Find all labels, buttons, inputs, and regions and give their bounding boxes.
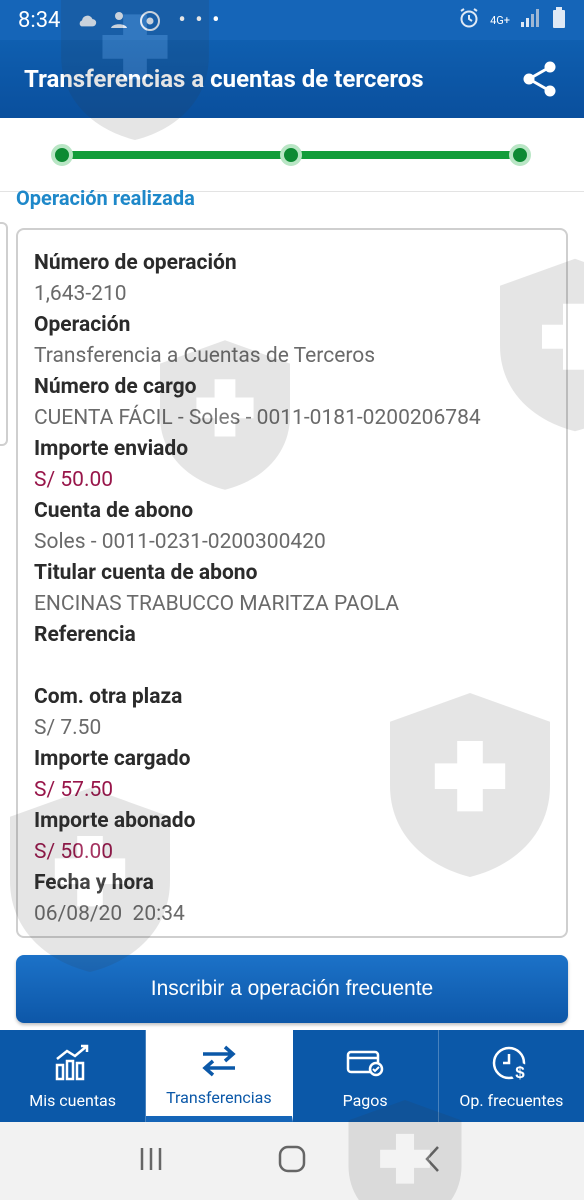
chrome-icon xyxy=(140,11,162,31)
detail-value-amount: S/ 50.00 xyxy=(34,840,114,864)
clock-dollar-icon: $ xyxy=(491,1043,531,1083)
detail-value: S/ 7.50 xyxy=(34,716,102,740)
register-frequent-operation-button[interactable]: Inscribir a operación frecuente xyxy=(16,955,568,1023)
more-icon: • • • xyxy=(178,7,222,33)
detail-value: Transferencia a Cuentas de Terceros xyxy=(34,344,376,368)
bottom-nav: Mis cuentas Transferencias Pagos $ Op. f… xyxy=(0,1030,584,1122)
detail-row: Operación Transferencia a Cuentas de Ter… xyxy=(34,310,550,372)
svg-text:$: $ xyxy=(516,1063,526,1082)
detail-label: Importe enviado xyxy=(34,437,189,461)
detail-row: Cuenta de abono Soles - 0011-0231-020030… xyxy=(34,496,550,558)
cloud-icon xyxy=(76,11,98,29)
detail-label: Número de operación xyxy=(34,251,237,275)
home-icon[interactable] xyxy=(275,1142,309,1180)
tab-transferencias[interactable]: Transferencias xyxy=(146,1030,293,1122)
detail-row: Importe abonado S/ 50.00 xyxy=(34,806,550,868)
tab-op-frecuentes[interactable]: $ Op. frecuentes xyxy=(439,1030,584,1122)
detail-label: Importe cargado xyxy=(34,747,191,771)
detail-value: 1,643-210 xyxy=(34,282,127,306)
lte-icon: 4G+ xyxy=(490,13,510,27)
progress-stepper xyxy=(0,118,584,192)
detail-label: Cuenta de abono xyxy=(34,499,194,523)
app-icon xyxy=(108,11,130,29)
detail-value-amount: S/ 50.00 xyxy=(34,468,114,492)
tab-label: Pagos xyxy=(342,1090,388,1110)
step-3-dot xyxy=(509,144,531,166)
system-nav xyxy=(0,1122,584,1200)
tab-label: Mis cuentas xyxy=(29,1090,117,1110)
detail-row: Número de cargo CUENTA FÁCIL - Soles - 0… xyxy=(34,372,550,434)
recent-apps-icon[interactable] xyxy=(134,1142,168,1180)
detail-row: Importe enviado S/ 50.00 xyxy=(34,434,550,496)
detail-label: Referencia xyxy=(34,623,136,647)
detail-value xyxy=(34,651,550,682)
chart-icon xyxy=(53,1043,93,1083)
page-title: Transferencias a cuentas de terceros xyxy=(24,65,424,93)
tab-label: Transferencias xyxy=(166,1087,272,1107)
detail-label: Número de cargo xyxy=(34,375,197,399)
status-time: 8:34 xyxy=(18,7,61,33)
detail-row: Fecha y hora 06/08/20 20:34 xyxy=(34,868,550,930)
detail-row: Importe cargado S/ 57.50 xyxy=(34,744,550,806)
detail-row: Número de operación 1,643-210 xyxy=(34,248,550,310)
detail-label: Titular cuenta de abono xyxy=(34,561,258,585)
detail-value: ENCINAS TRABUCCO MARITZA PAOLA xyxy=(34,592,400,616)
detail-label: Operación xyxy=(34,313,131,337)
screen: 8:34 • • • 4G+ Transferencias a cuentas … xyxy=(0,0,584,1200)
step-2-dot xyxy=(280,144,302,166)
detail-row: Titular cuenta de abono ENCINAS TRABUCCO… xyxy=(34,558,550,620)
back-icon[interactable] xyxy=(416,1142,450,1180)
section-title: Operación realizada xyxy=(16,186,195,210)
previous-card-edge xyxy=(0,222,8,446)
card-check-icon xyxy=(345,1043,385,1083)
transfer-arrows-icon xyxy=(199,1040,239,1080)
detail-value-amount: S/ 57.50 xyxy=(34,778,114,802)
status-bar: 8:34 • • • 4G+ xyxy=(0,0,584,40)
detail-row: Com. otra plaza S/ 7.50 xyxy=(34,682,550,744)
operation-details-card: Número de operación 1,643-210 Operación … xyxy=(16,228,568,938)
detail-label: Com. otra plaza xyxy=(34,685,183,709)
signal-icon xyxy=(520,8,542,32)
status-right: 4G+ xyxy=(458,7,566,33)
tab-mis-cuentas[interactable]: Mis cuentas xyxy=(0,1030,147,1122)
detail-value: Soles - 0011-0231-0200300420 xyxy=(34,530,326,554)
tab-pagos[interactable]: Pagos xyxy=(293,1030,439,1122)
step-1-dot xyxy=(51,144,73,166)
detail-value: 06/08/20 20:34 xyxy=(34,902,185,926)
alarm-icon xyxy=(458,7,480,33)
detail-label: Importe abonado xyxy=(34,809,196,833)
detail-value: CUENTA FÁCIL - Soles - 0011-0181-0200206… xyxy=(34,406,481,430)
share-icon[interactable] xyxy=(520,59,560,99)
tab-label: Op. frecuentes xyxy=(459,1090,564,1110)
detail-label: Fecha y hora xyxy=(34,871,154,895)
detail-row: Referencia xyxy=(34,620,550,682)
battery-icon xyxy=(552,7,566,33)
app-bar: Transferencias a cuentas de terceros xyxy=(0,40,584,118)
